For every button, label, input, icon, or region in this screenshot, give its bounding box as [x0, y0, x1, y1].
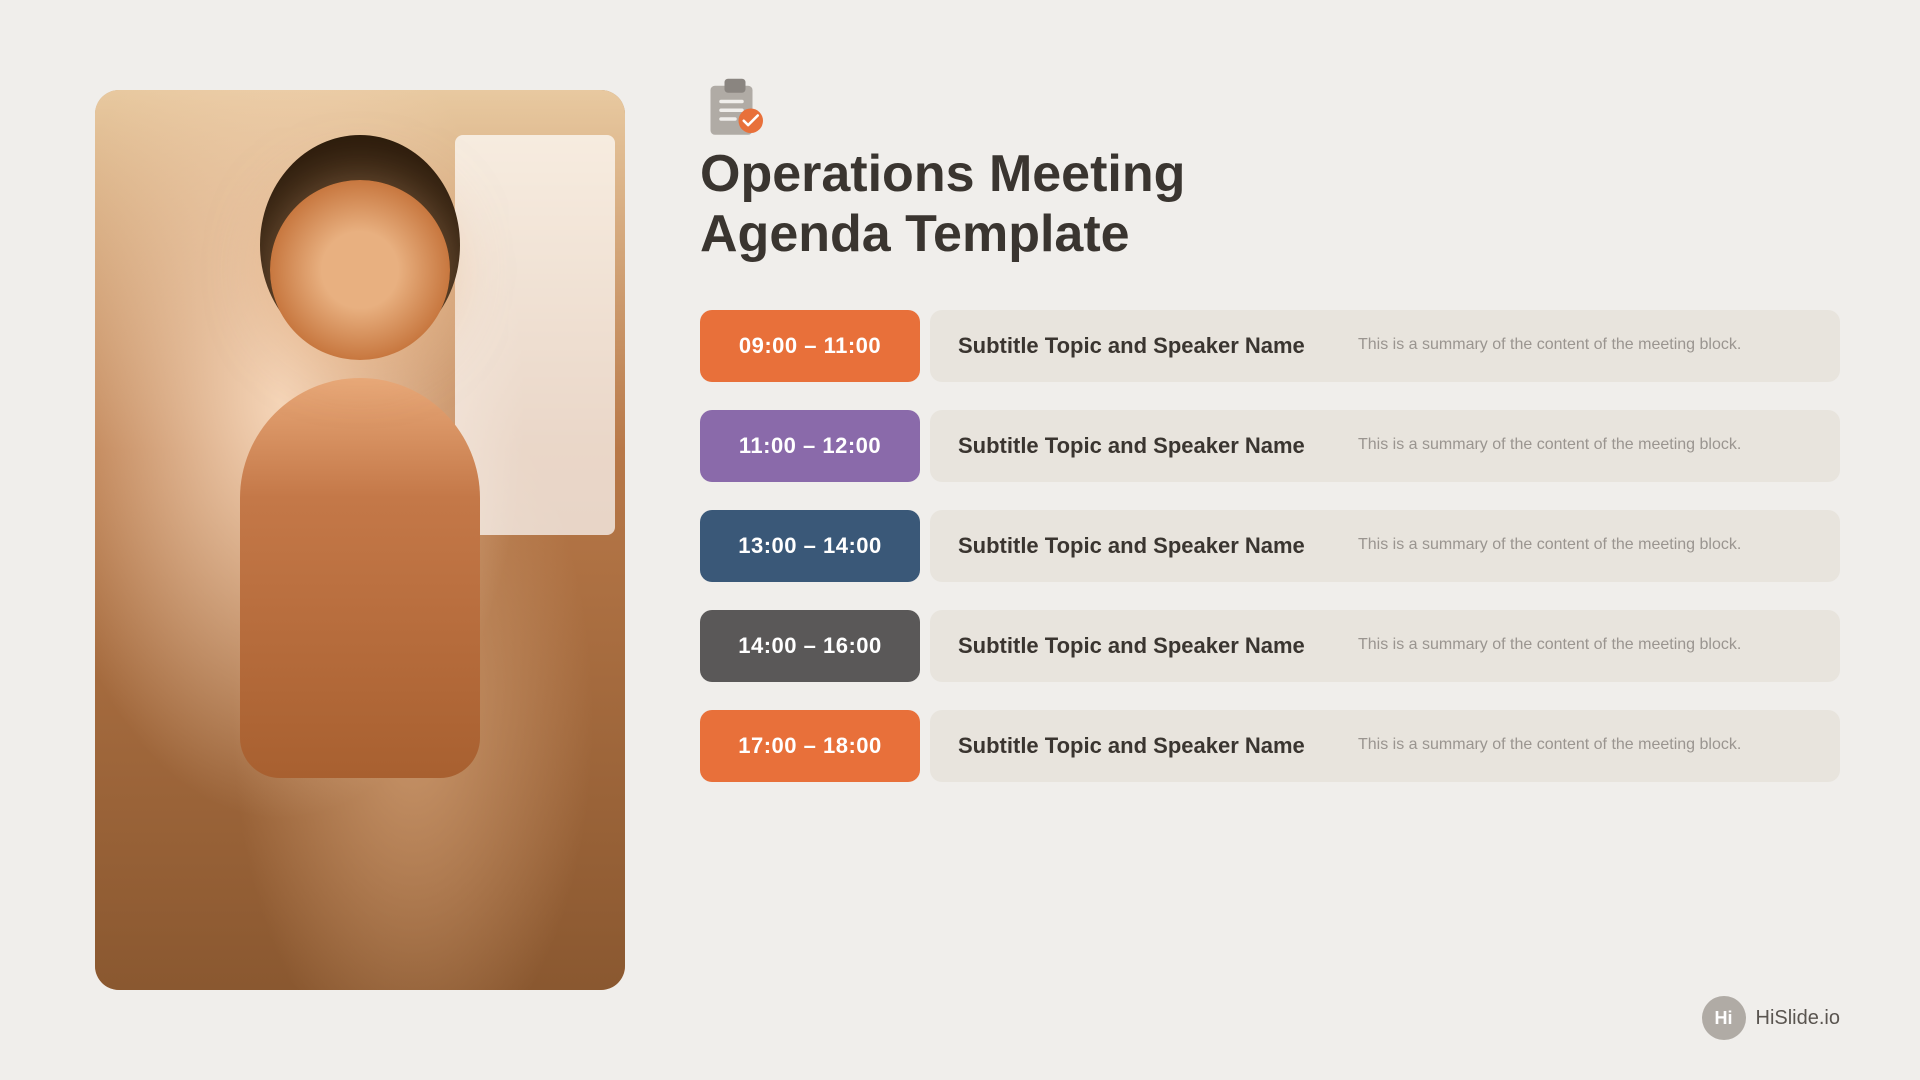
slide-container: Operations Meeting Agenda Template 09:00…	[0, 0, 1920, 1080]
brand-site-name: HiSlide.io	[1756, 1007, 1840, 1030]
summary-text-3: This is a summary of the content of the …	[1358, 634, 1812, 656]
summary-text-2: This is a summary of the content of the …	[1358, 534, 1812, 556]
summary-text-1: This is a summary of the content of the …	[1358, 434, 1812, 456]
agenda-row: 17:00 – 18:00Subtitle Topic and Speaker …	[700, 701, 1840, 791]
branding-section: Hi HiSlide.io	[1702, 996, 1840, 1040]
row-content-2: Subtitle Topic and Speaker Name This is a…	[930, 510, 1840, 582]
whiteboard-bg	[455, 135, 615, 535]
agenda-row: 13:00 – 14:00Subtitle Topic and Speaker …	[700, 501, 1840, 591]
time-badge-1: 11:00 – 12:00	[700, 410, 920, 482]
subtitle-text-1: Subtitle Topic and Speaker Name	[958, 433, 1338, 459]
clipboard-checklist-icon	[700, 70, 1840, 145]
summary-text-4: This is a summary of the content of the …	[1358, 734, 1812, 756]
time-badge-2: 13:00 – 14:00	[700, 510, 920, 582]
summary-text-0: This is a summary of the content of the …	[1358, 334, 1812, 356]
left-image-section	[0, 0, 640, 1080]
brand-logo-circle: Hi	[1702, 996, 1746, 1040]
photo-placeholder	[95, 90, 625, 990]
page-title: Operations Meeting Agenda Template	[700, 145, 1840, 265]
row-content-4: Subtitle Topic and Speaker Name This is a…	[930, 710, 1840, 782]
time-badge-0: 09:00 – 11:00	[700, 310, 920, 382]
agenda-row: 14:00 – 16:00Subtitle Topic and Speaker …	[700, 601, 1840, 691]
agenda-list: 09:00 – 11:00Subtitle Topic and Speaker …	[700, 301, 1840, 1020]
agenda-row: 11:00 – 12:00Subtitle Topic and Speaker …	[700, 401, 1840, 491]
right-content-section: Operations Meeting Agenda Template 09:00…	[640, 0, 1920, 1080]
row-content-3: Subtitle Topic and Speaker Name This is a…	[930, 610, 1840, 682]
person-body	[240, 378, 480, 778]
row-content-0: Subtitle Topic and Speaker Name This is a…	[930, 310, 1840, 382]
time-badge-4: 17:00 – 18:00	[700, 710, 920, 782]
subtitle-text-4: Subtitle Topic and Speaker Name	[958, 733, 1338, 759]
time-badge-3: 14:00 – 16:00	[700, 610, 920, 682]
agenda-row: 09:00 – 11:00Subtitle Topic and Speaker …	[700, 301, 1840, 391]
subtitle-text-2: Subtitle Topic and Speaker Name	[958, 533, 1338, 559]
subtitle-text-0: Subtitle Topic and Speaker Name	[958, 333, 1338, 359]
subtitle-text-3: Subtitle Topic and Speaker Name	[958, 633, 1338, 659]
person-hair	[260, 135, 460, 355]
row-content-1: Subtitle Topic and Speaker Name This is a…	[930, 410, 1840, 482]
